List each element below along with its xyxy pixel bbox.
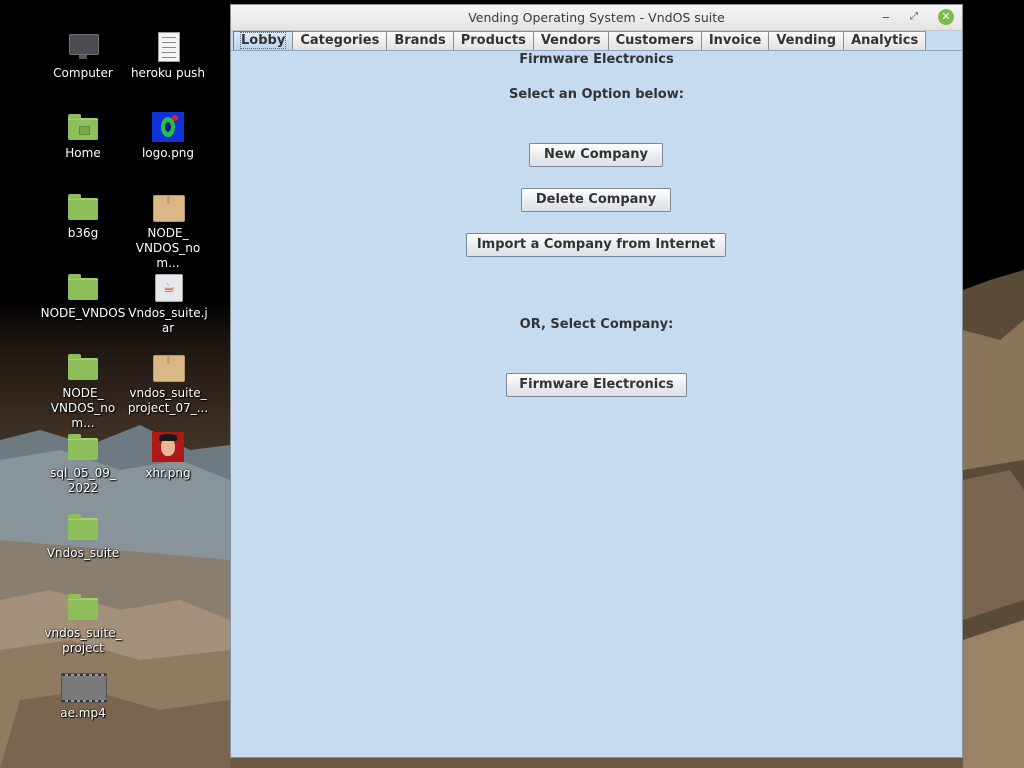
desktop-icon-label: vndos_suite_ project — [44, 626, 122, 655]
desktop-icon[interactable]: heroku push — [125, 32, 211, 81]
tab-vending[interactable]: Vending — [768, 31, 845, 50]
tab-customers[interactable]: Customers — [607, 31, 702, 50]
desktop-icon-label: heroku push — [130, 66, 206, 80]
desktop-icon-label: Home — [65, 146, 101, 160]
desktop-icon[interactable]: NODE_VNDOS — [40, 272, 126, 321]
desktop-icon[interactable]: vndos_suite_ project_07_... — [125, 352, 211, 416]
folder-icon — [67, 192, 99, 222]
import-company-button[interactable]: Import a Company from Internet — [466, 233, 726, 257]
desktop-icon-label: NODE_ VNDOS_nom... — [135, 226, 201, 270]
window-title: Vending Operating System - VndOS suite — [468, 10, 725, 25]
desktop-icon[interactable]: b36g — [40, 192, 126, 241]
vndos-main-window: Vending Operating System - VndOS suite ‒… — [230, 4, 963, 758]
tab-analytics[interactable]: Analytics — [843, 31, 927, 50]
desktop-icon-label: sql_05_09_ 2022 — [50, 466, 116, 495]
home-folder-icon — [67, 112, 99, 142]
tab-lobby[interactable]: Lobby — [233, 31, 294, 50]
computer-icon — [67, 32, 99, 62]
text-file-icon — [152, 32, 184, 62]
maximize-icon[interactable]: ⤢ — [906, 9, 922, 25]
folder-icon — [67, 432, 99, 462]
desktop-icon[interactable]: Computer — [40, 32, 126, 81]
folder-icon — [67, 352, 99, 382]
folder-icon — [67, 592, 99, 622]
desktop-icon-label: Computer — [53, 66, 113, 80]
or-select-company-label: OR, Select Company: — [519, 317, 674, 332]
desktop-icon[interactable]: Vndos_suite — [40, 512, 126, 561]
desktop-icon-label: logo.png — [141, 146, 195, 160]
desktop-icon[interactable]: vndos_suite_ project — [40, 592, 126, 656]
new-company-button[interactable]: New Company — [529, 143, 663, 167]
company-button-firmware-electronics[interactable]: Firmware Electronics — [506, 373, 687, 397]
select-option-label: Select an Option below: — [509, 87, 684, 102]
desktop-icon[interactable]: NODE_ VNDOS_nom... — [125, 192, 211, 271]
lobby-panel: Firmware Electronics Select an Option be… — [231, 50, 962, 757]
desktop-icon[interactable]: xhr.png — [125, 432, 211, 481]
company-title: Firmware Electronics — [519, 52, 674, 67]
desktop-icon[interactable]: ae.mp4 — [40, 672, 126, 721]
desktop-icon-label: Vndos_suite — [46, 546, 120, 560]
close-icon[interactable]: ✕ — [938, 9, 954, 25]
video-file-icon — [61, 672, 107, 703]
desktop-icon[interactable]: sql_05_09_ 2022 — [40, 432, 126, 496]
window-titlebar[interactable]: Vending Operating System - VndOS suite ‒… — [231, 5, 962, 31]
tab-brands[interactable]: Brands — [386, 31, 454, 50]
image-file-icon — [152, 432, 184, 462]
desktop-icon-label: b36g — [67, 226, 99, 240]
java-jar-file-icon: ☕ — [152, 272, 184, 302]
archive-file-icon — [152, 352, 185, 382]
desktop-icon[interactable]: Home — [40, 112, 126, 161]
desktop-icon-label: vndos_suite_ project_07_... — [127, 386, 209, 415]
tab-invoice[interactable]: Invoice — [700, 31, 770, 50]
image-file-icon — [152, 112, 184, 142]
desktop-icon[interactable]: ☕ Vndos_suite.jar — [125, 272, 211, 336]
folder-icon — [67, 512, 99, 542]
archive-file-icon — [152, 192, 185, 222]
delete-company-button[interactable]: Delete Company — [521, 188, 671, 212]
tab-products[interactable]: Products — [452, 31, 534, 50]
tab-categories[interactable]: Categories — [292, 31, 388, 50]
desktop-icon-label: ae.mp4 — [60, 706, 106, 720]
tab-bar: Lobby Categories Brands Products Vendors… — [233, 30, 927, 50]
desktop-icon[interactable]: NODE_ VNDOS_nom... — [40, 352, 126, 431]
tab-vendors[interactable]: Vendors — [532, 31, 609, 50]
minimize-icon[interactable]: ‒ — [878, 9, 894, 25]
desktop-icon[interactable]: logo.png — [125, 112, 211, 161]
desktop-icon-label: NODE_VNDOS — [40, 306, 126, 320]
folder-icon — [67, 272, 99, 302]
desktop-icon-label: xhr.png — [145, 466, 191, 480]
desktop-icon-label: NODE_ VNDOS_nom... — [50, 386, 116, 430]
desktop-icon-label: Vndos_suite.jar — [128, 306, 208, 335]
